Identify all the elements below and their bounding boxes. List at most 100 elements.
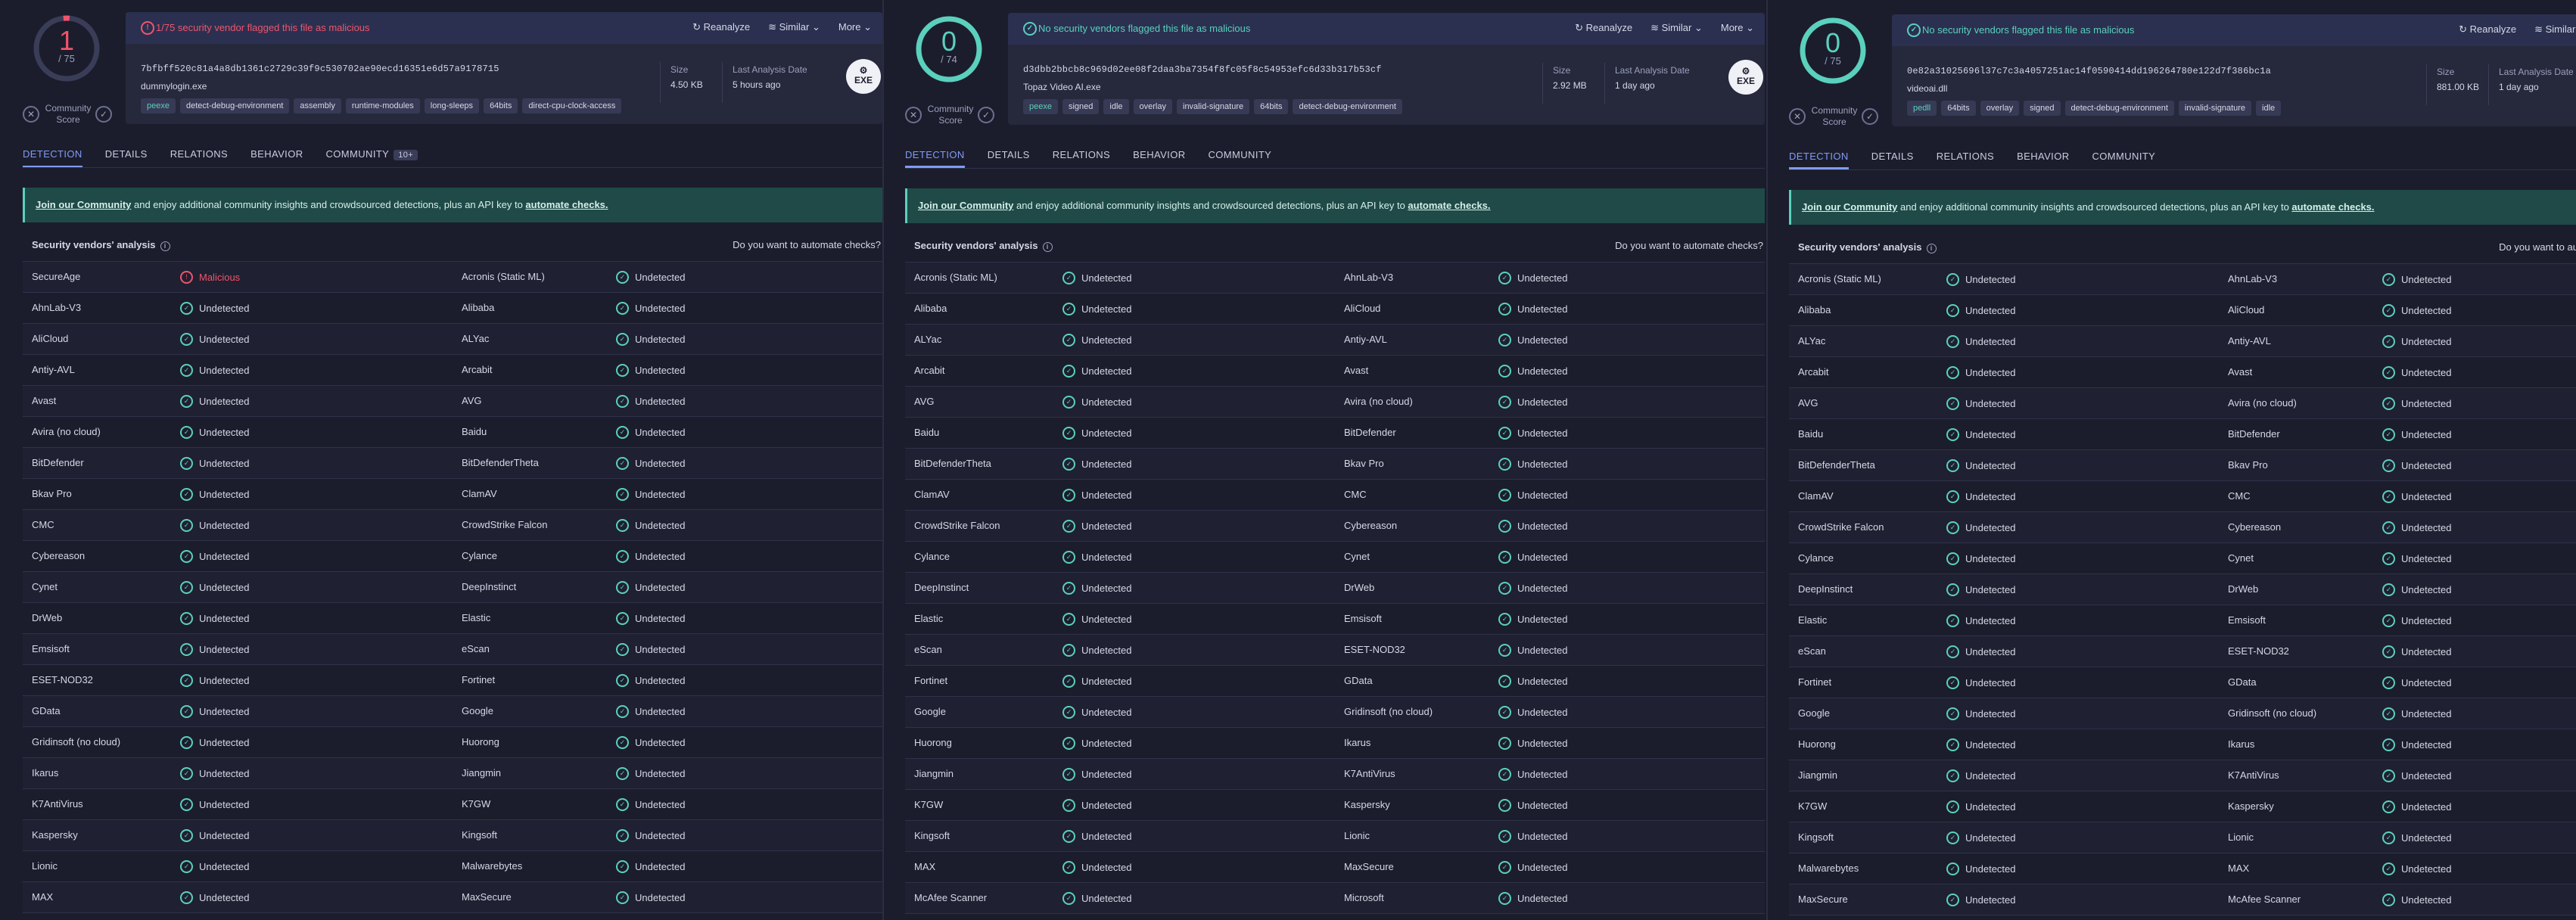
info-icon[interactable]: i <box>160 241 170 251</box>
file-tag[interactable]: 64bits <box>1941 101 1976 116</box>
detection-result: Undetected <box>2401 863 2452 875</box>
vendor-name: ALYac <box>462 333 490 344</box>
reanalyze-button[interactable]: ↻ Reanalyze <box>1575 22 1632 34</box>
file-tag[interactable]: signed <box>2024 101 2061 116</box>
info-icon[interactable]: i <box>1926 244 1937 253</box>
tabs-underline <box>905 168 1765 169</box>
tab-behavior[interactable]: BEHAVIOR <box>1133 149 1199 168</box>
file-tag[interactable]: invalid-signature <box>2178 101 2252 116</box>
similar-dropdown[interactable]: ≋ Similar ⌄ <box>2534 23 2576 36</box>
file-tag[interactable]: peexe <box>141 98 176 113</box>
tab-community[interactable]: COMMUNITY <box>2092 151 2170 169</box>
vendor-name: AhnLab-V3 <box>32 302 82 313</box>
vendor-name: MaxSecure <box>1344 861 1394 872</box>
join-community-link[interactable]: Join our Community <box>36 199 131 210</box>
tab-relations[interactable]: RELATIONS <box>1053 149 1124 168</box>
automate-checks-question[interactable]: Do you want to automate checks? <box>1615 240 1763 251</box>
vote-up-icon[interactable]: ✓ <box>978 107 994 123</box>
more-dropdown[interactable]: More ⌄ <box>838 21 872 33</box>
automate-checks-link[interactable]: automate checks. <box>2291 201 2374 213</box>
tab-behavior[interactable]: BEHAVIOR <box>2017 151 2083 169</box>
file-tag[interactable]: 64bits <box>484 98 518 113</box>
vote-down-icon[interactable]: ✕ <box>1789 108 1806 125</box>
file-tag[interactable]: long-sleeps <box>424 98 480 113</box>
table-row: BitDefenderTheta ✓ Undetected Bkav Pro ✓ Unde… <box>1789 450 2576 481</box>
vote-up-icon[interactable]: ✓ <box>1862 108 1878 125</box>
vote-down-icon[interactable]: ✕ <box>23 106 39 123</box>
tab-detection[interactable]: DETECTION <box>23 148 96 168</box>
detection-status: ✓ Undetected <box>616 891 686 904</box>
similar-label: Similar <box>2545 23 2576 35</box>
detection-result: Undetected <box>199 644 250 655</box>
tab-relations[interactable]: RELATIONS <box>170 148 241 168</box>
file-tag[interactable]: detect-debug-environment <box>2064 101 2174 116</box>
detection-result: Undetected <box>1081 552 1132 563</box>
file-tag[interactable]: detect-debug-environment <box>1293 99 1402 114</box>
table-row: AhnLab-V3 ✓ Undetected Alibaba ✓ Undetected <box>23 293 882 324</box>
tab-label: RELATIONS <box>1052 149 1111 160</box>
tab-details[interactable]: DETAILS <box>1871 151 1927 169</box>
detection-result: Undetected <box>1965 522 2016 533</box>
detection-result: Undetected <box>2401 491 2452 502</box>
tab-relations[interactable]: RELATIONS <box>1937 151 2008 169</box>
last-analysis-label: Last Analysis Date <box>2499 67 2574 77</box>
detection-status: ! Malicious <box>180 271 240 284</box>
table-row: Kingsoft ✓ Undetected Lionic ✓ Undetected <box>905 821 1765 852</box>
table-row: Baidu ✓ Undetected BitDefender ✓ Undetected <box>905 418 1765 449</box>
file-tag[interactable]: direct-cpu-clock-access <box>522 98 622 113</box>
file-tag[interactable]: runtime-modules <box>345 98 420 113</box>
tab-details[interactable]: DETAILS <box>988 149 1044 168</box>
automate-checks-question[interactable]: Do you want to automate checks? <box>733 239 881 250</box>
tab-behavior[interactable]: BEHAVIOR <box>250 148 316 168</box>
file-tag[interactable]: overlay <box>1133 99 1172 114</box>
file-hash[interactable]: d3dbb2bbcb8c969d02ee08f2daa3ba7354f8fc05… <box>1023 64 1382 75</box>
reanalyze-button[interactable]: ↻ Reanalyze <box>692 21 750 33</box>
vendor-name: Bkav Pro <box>1344 458 1384 469</box>
file-tag[interactable]: signed <box>1062 99 1100 114</box>
vote-up-icon[interactable]: ✓ <box>95 106 112 123</box>
detection-status: ✓ Undetected <box>180 426 250 439</box>
tab-details[interactable]: DETAILS <box>105 148 161 168</box>
join-community-link[interactable]: Join our Community <box>918 200 1013 211</box>
file-tag[interactable]: pedll <box>1907 101 1937 116</box>
file-tag[interactable]: assembly <box>294 98 341 113</box>
detection-status: ✓ Undetected <box>1062 489 1132 502</box>
file-name: videoai.dll <box>1907 83 1948 94</box>
automate-checks-link[interactable]: automate checks. <box>525 199 608 210</box>
tab-community[interactable]: COMMUNITY <box>1209 149 1286 168</box>
vendor-name: Cybereason <box>32 550 86 561</box>
file-report-panel: 1/ 75 ✕ ✓ Community Score! 1/75 security ven… <box>0 0 882 920</box>
tab-detection[interactable]: DETECTION <box>905 149 978 168</box>
tab-detection[interactable]: DETECTION <box>1789 151 1862 169</box>
vendor-name: CrowdStrike Falcon <box>462 519 548 530</box>
check-circle-icon: ✓ <box>1498 272 1511 284</box>
file-tag[interactable]: idle <box>2256 101 2282 116</box>
check-circle-icon: ✓ <box>1498 520 1511 533</box>
file-tag[interactable]: detect-debug-environment <box>179 98 290 113</box>
file-hash[interactable]: 7bfbff520c81a4a8db1361c2729c39f9c530702a… <box>141 64 499 74</box>
similar-dropdown[interactable]: ≋ Similar ⌄ <box>1650 22 1703 34</box>
vendor-name: BitDefenderTheta <box>1798 459 1875 471</box>
file-hash[interactable]: 0e82a31025696l37c7c3a4057251ac14f0590414… <box>1907 66 2271 76</box>
tab-community[interactable]: COMMUNITY 10+ <box>326 148 432 168</box>
join-community-link[interactable]: Join our Community <box>1802 201 1897 213</box>
check-circle-icon: ✓ <box>616 891 629 904</box>
info-icon[interactable]: i <box>1042 242 1053 252</box>
file-tag[interactable]: overlay <box>1980 101 2020 116</box>
similar-dropdown[interactable]: ≋ Similar ⌄ <box>768 21 820 33</box>
file-tag[interactable]: peexe <box>1023 99 1058 114</box>
vendor-name: Huorong <box>462 736 499 748</box>
vote-down-icon[interactable]: ✕ <box>905 107 922 123</box>
reanalyze-button[interactable]: ↻ Reanalyze <box>2459 23 2516 36</box>
table-row: ESET-NOD32 ✓ Undetected Fortinet ✓ Undetected <box>23 665 882 696</box>
detection-status: ✓ Undetected <box>616 612 686 625</box>
file-tag[interactable]: invalid-signature <box>1177 99 1250 114</box>
detection-status: ✓ Undetected <box>616 519 686 532</box>
check-circle-icon: ✓ <box>2382 800 2395 813</box>
table-row: DeepInstinct ✓ Undetected DrWeb ✓ Undetected <box>905 573 1765 604</box>
automate-checks-question[interactable]: Do you want to automate checks? <box>2499 241 2576 253</box>
automate-checks-link[interactable]: automate checks. <box>1408 200 1490 211</box>
file-tag[interactable]: idle <box>1103 99 1129 114</box>
more-dropdown[interactable]: More ⌄ <box>1721 22 1754 34</box>
file-tag[interactable]: 64bits <box>1254 99 1289 114</box>
